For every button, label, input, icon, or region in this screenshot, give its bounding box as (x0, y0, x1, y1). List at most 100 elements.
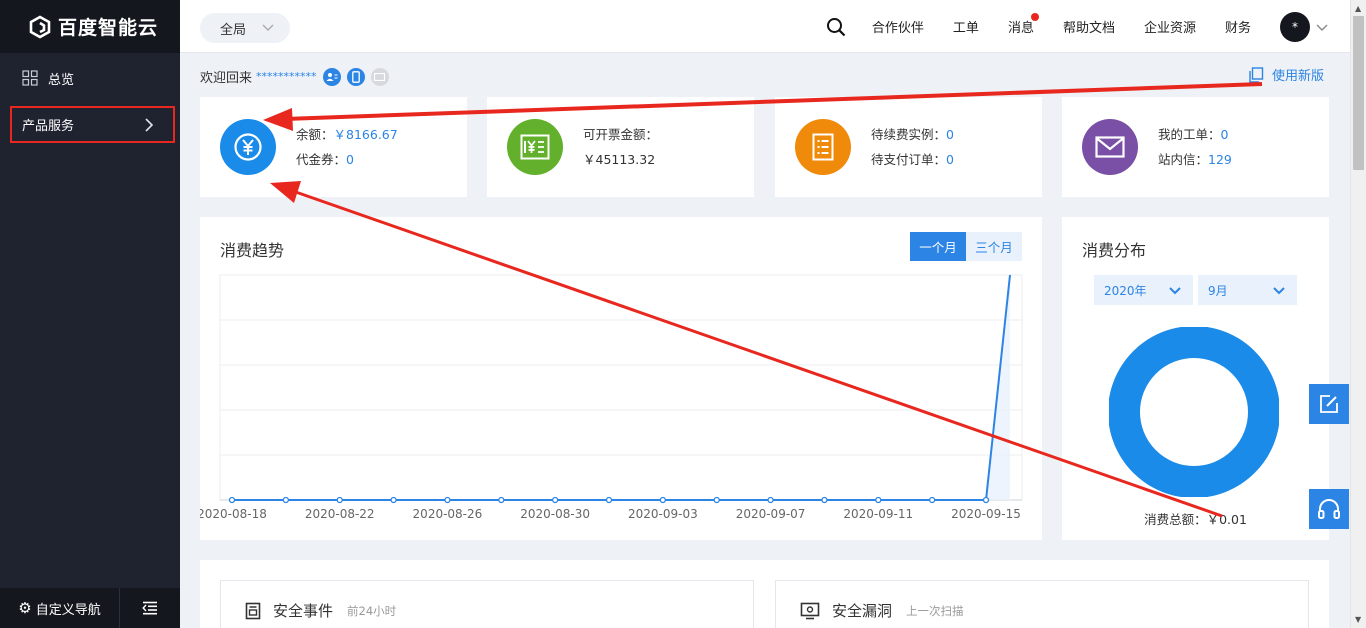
inbox-label: 站内信： (1158, 152, 1209, 167)
scope-label: 全局 (220, 22, 247, 38)
chevron-down-icon (262, 24, 274, 31)
month-value: 9月 (1208, 283, 1228, 298)
balance-value[interactable]: ￥8166.67 (334, 127, 398, 142)
realname-verified-icon[interactable] (322, 67, 341, 86)
sidebar: 百度智能云 总览 产品服务 ⚙ 自定义导航 (0, 0, 180, 628)
phone-verified-icon[interactable] (346, 67, 365, 86)
collapse-menu-button[interactable] (120, 588, 180, 628)
security-events-subtitle: 前24小时 (347, 603, 397, 618)
custom-nav-button[interactable]: ⚙ 自定义导航 (0, 588, 120, 628)
tickets-card[interactable]: 我的工单：0 站内信：129 (1062, 97, 1329, 197)
use-new-label: 使用新版 (1272, 69, 1325, 84)
scroll-down-icon[interactable]: ▼ (1355, 615, 1361, 624)
data-point[interactable] (605, 496, 613, 504)
data-point[interactable] (713, 496, 720, 504)
invoice-label: 可开票金额： (583, 127, 659, 142)
scrollbar-thumb[interactable] (1353, 16, 1364, 170)
notification-dot (1030, 13, 1039, 21)
voucher-value[interactable]: 0 (346, 152, 354, 167)
data-point[interactable] (551, 496, 559, 504)
data-point[interactable] (767, 496, 774, 504)
sidebar-item-label: 总览 (48, 72, 75, 88)
security-vulnerabilities-subtitle: 上一次扫描 (906, 603, 964, 618)
total-label: 消费总额： (1144, 512, 1207, 527)
logo-cube-icon (29, 15, 51, 38)
distribution-donut-chart (1109, 327, 1279, 497)
security-vulnerabilities-title: 安全漏洞 (832, 602, 893, 620)
voucher-row: 代金券：0 (296, 147, 398, 172)
nav-help-docs[interactable]: 帮助文档 (1063, 17, 1115, 36)
headset-icon (1318, 499, 1340, 519)
nav-messages-label: 消息 (1007, 21, 1034, 36)
nav-enterprise-resources[interactable]: 企业资源 (1144, 17, 1196, 36)
data-point[interactable] (659, 496, 667, 504)
month-select[interactable]: 9月 (1198, 275, 1297, 305)
scrollbar[interactable]: ▲ ▼ (1350, 0, 1366, 628)
invoice-card[interactable]: 可开票金额： ￥45113.32 (487, 97, 754, 197)
total-consumption: 消费总额：￥0.01 (1062, 509, 1329, 528)
data-point[interactable] (390, 496, 397, 504)
customer-service-button[interactable] (1309, 489, 1349, 529)
email-unverified-icon[interactable] (370, 67, 389, 86)
x-tick-label: 2020-08-18 (200, 507, 267, 521)
welcome-greeting: 欢迎回来 (200, 71, 253, 86)
avatar[interactable]: * (1280, 11, 1310, 42)
data-point[interactable] (444, 496, 451, 504)
top-nav: 合作伙伴 工单 消息 帮助文档 企业资源 财务 * (826, 0, 1350, 53)
ticket-value[interactable]: 0 (1221, 127, 1229, 142)
trend-chart: 2020-08-18 2020-08-22 2020-08-26 2020-08-30… (200, 274, 1023, 521)
unpaid-label: 待支付订单： (871, 152, 947, 167)
data-point[interactable] (875, 496, 882, 504)
list-document-icon (795, 119, 851, 175)
data-point[interactable] (821, 496, 828, 504)
edit-icon (1320, 395, 1338, 413)
sidebar-item-products[interactable]: 产品服务 (10, 106, 175, 143)
nav-partners[interactable]: 合作伙伴 (872, 17, 924, 36)
ticket-row: 我的工单：0 (1158, 122, 1232, 147)
year-select[interactable]: 2020年 (1094, 275, 1193, 305)
scroll-up-icon[interactable]: ▲ (1355, 4, 1361, 13)
feedback-button[interactable] (1309, 384, 1349, 424)
yuan-icon (220, 119, 276, 175)
x-tick-label: 2020-09-03 (628, 507, 698, 521)
topbar: 全局 合作伙伴 工单 消息 帮助文档 企业资源 财务 * (180, 0, 1350, 53)
inbox-row: 站内信：129 (1158, 147, 1232, 172)
x-tick-label: 2020-09-15 (951, 507, 1021, 521)
gear-icon: ⚙ (18, 599, 32, 617)
sidebar-item-overview[interactable]: 总览 (0, 58, 180, 98)
chevron-down-icon[interactable] (1316, 21, 1328, 33)
scope-selector[interactable]: 全局 (200, 13, 290, 43)
data-point[interactable] (228, 496, 236, 504)
balance-card[interactable]: 余额：￥8166.67 代金券：0 (200, 97, 467, 197)
security-vulnerabilities-panel: 安全漏洞 上一次扫描 (775, 580, 1309, 628)
data-point[interactable] (982, 496, 990, 504)
brand-logo[interactable]: 百度智能云 (0, 0, 180, 53)
data-point[interactable] (498, 496, 505, 504)
welcome-bar: 欢迎回来 *********** (200, 67, 395, 86)
renew-label: 待续费实例： (871, 127, 947, 142)
security-events-title: 安全事件 (273, 602, 334, 620)
x-tick-label: 2020-09-07 (736, 507, 806, 521)
inbox-value[interactable]: 129 (1208, 152, 1232, 167)
data-point[interactable] (336, 496, 343, 504)
brand-name: 百度智能云 (58, 17, 159, 39)
sidebar-item-label: 产品服务 (22, 119, 75, 134)
renew-value[interactable]: 0 (946, 127, 954, 142)
search-icon[interactable] (826, 17, 846, 37)
data-point[interactable] (928, 496, 936, 504)
balance-label: 余额： (296, 127, 334, 142)
monitor-icon (800, 602, 820, 619)
grid-icon (22, 70, 38, 86)
donut-slice[interactable] (1109, 327, 1279, 497)
consumption-distribution-card: 消费分布 2020年 9月 消费总额：￥0.01 (1062, 217, 1329, 540)
balance-row: 余额：￥8166.67 (296, 122, 398, 147)
unpaid-value[interactable]: 0 (946, 152, 954, 167)
renewal-card[interactable]: 待续费实例：0 待支付订单：0 (775, 97, 1042, 197)
use-new-version-link[interactable]: 使用新版 (1248, 65, 1324, 84)
data-point[interactable] (282, 496, 290, 504)
nav-messages[interactable]: 消息 (1007, 13, 1039, 36)
nav-finance[interactable]: 财务 (1225, 17, 1251, 36)
chevron-down-icon (1169, 287, 1181, 295)
voucher-label: 代金券： (296, 152, 347, 167)
nav-tickets[interactable]: 工单 (953, 17, 979, 36)
